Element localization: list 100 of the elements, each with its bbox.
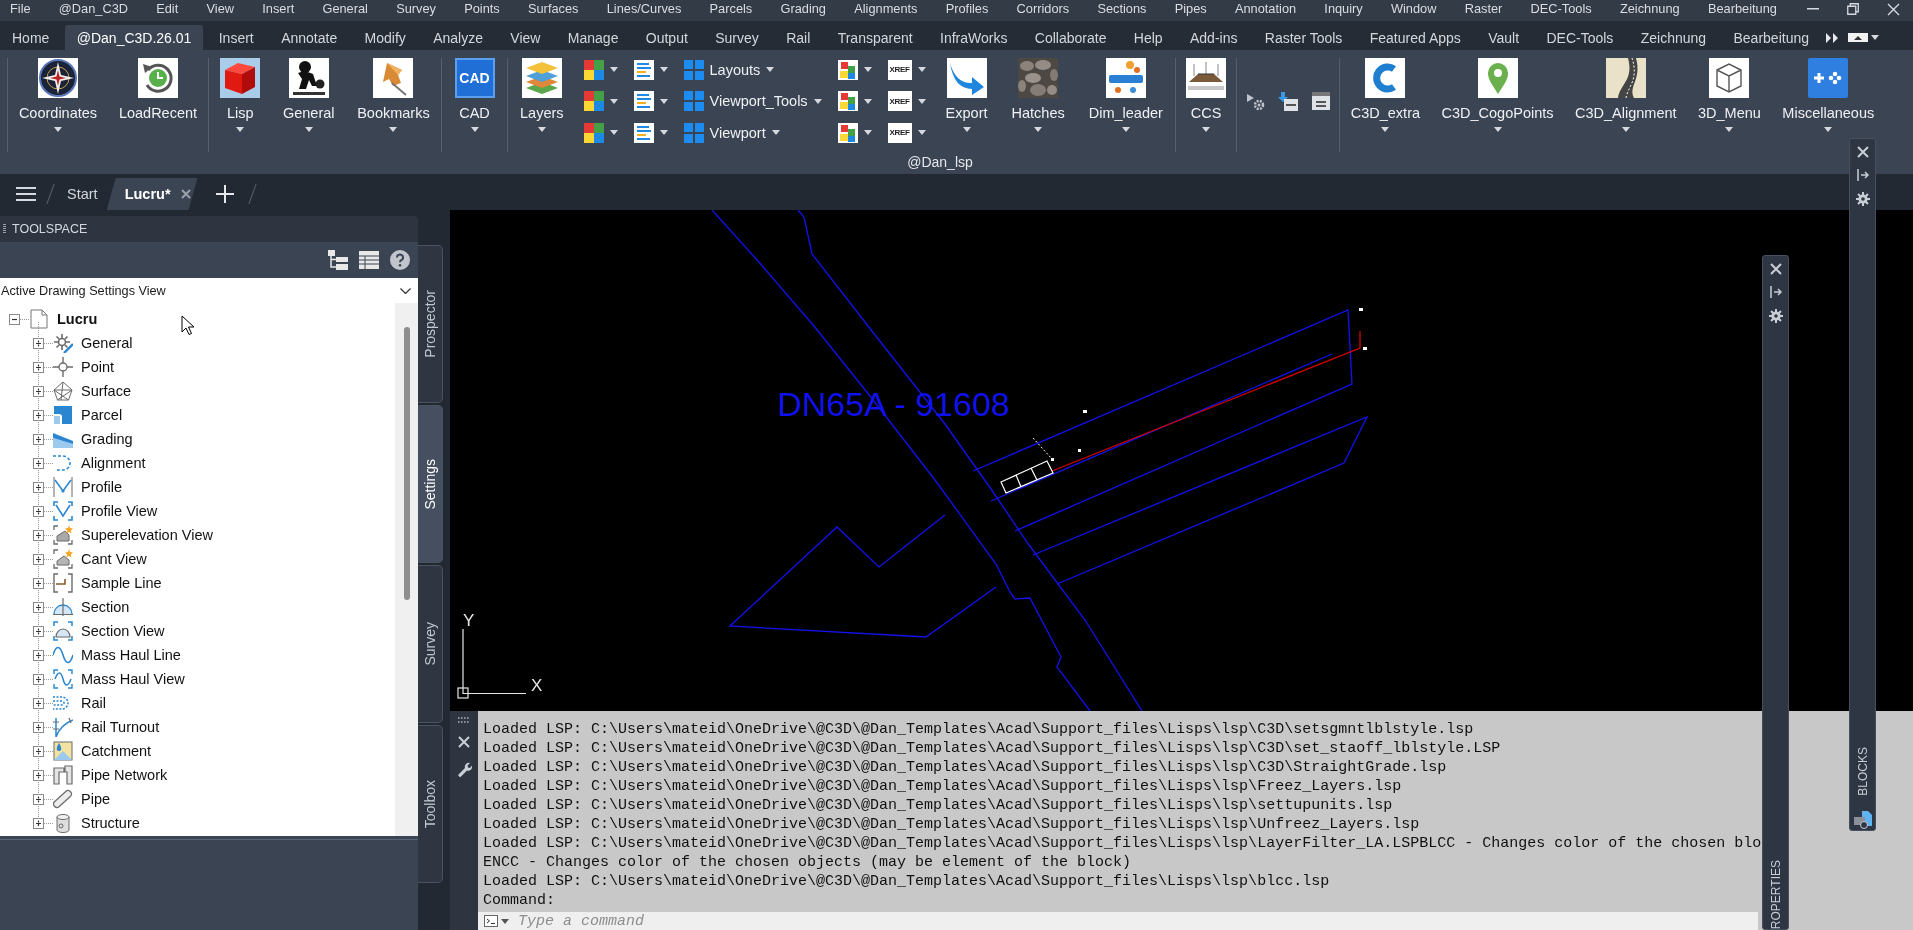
ribbon-button[interactable]: C3D_Alignment (1569, 58, 1683, 132)
ribbon-icon-button[interactable]: XREF (885, 85, 928, 117)
ribbon-button[interactable]: Viewport (681, 117, 824, 149)
side-tab[interactable]: Settings (418, 405, 443, 563)
tree-item[interactable]: Rail Turnout (53, 716, 162, 738)
ribbon-icon-button[interactable]: XREF (885, 117, 928, 149)
ribbon-button[interactable]: C3D_extra (1344, 58, 1427, 132)
ribbon-tab[interactable]: Bearbeitung (1721, 25, 1821, 50)
table-icon[interactable] (359, 250, 379, 270)
ribbon-button[interactable]: General (276, 58, 341, 132)
menu-item[interactable]: Raster (1464, 0, 1503, 17)
menu-item[interactable]: DEC-Tools (1530, 0, 1592, 17)
ribbon-tab[interactable]: Insert (206, 25, 266, 50)
tree-item[interactable]: Superelevation View (53, 524, 215, 546)
download-icon[interactable] (1278, 91, 1298, 111)
tree-item[interactable]: Profile (53, 476, 125, 498)
menu-item[interactable]: Annotation (1234, 0, 1297, 17)
ribbon-tab[interactable]: Add-ins (1177, 25, 1250, 50)
ribbon-button[interactable]: LoadRecent (112, 58, 204, 122)
menu-item[interactable]: Sections (1097, 0, 1147, 17)
menu-item[interactable]: View (206, 0, 234, 17)
expand-icon[interactable] (33, 409, 44, 421)
ribbon-button[interactable]: CCS (1180, 58, 1232, 132)
ribbon-button[interactable]: Viewport_Tools (681, 85, 824, 117)
ribbon-tab[interactable]: Analyze (421, 25, 495, 50)
tree-item[interactable]: Surface (53, 380, 133, 402)
expand-icon[interactable] (33, 577, 44, 589)
menu-item[interactable]: Lines/Curves (606, 0, 682, 17)
tree-item[interactable]: Catchment (53, 740, 154, 762)
ribbon-button[interactable]: Dim_leader (1082, 58, 1169, 132)
menu-item[interactable]: Zeichnung (1619, 0, 1680, 17)
menu-item[interactable]: Survey (396, 0, 436, 17)
tree-item[interactable]: Section View (53, 620, 167, 642)
tree-item[interactable]: Rail (53, 692, 108, 714)
ribbon-tab[interactable]: InfraWorks (928, 25, 1020, 50)
ribbon-tab[interactable]: Zeichnung (1628, 25, 1719, 50)
tree-item[interactable]: Mass Haul View (53, 668, 187, 690)
menu-item[interactable]: Edit (156, 0, 179, 17)
ribbon-tab[interactable]: Raster Tools (1252, 25, 1355, 50)
tree-item[interactable]: Cant View (53, 548, 149, 570)
tree-item[interactable]: Mass Haul Line (53, 644, 183, 666)
expand-icon[interactable] (33, 721, 44, 733)
command-prompt-icon[interactable] (484, 915, 498, 927)
tree-item[interactable]: Grading (53, 428, 135, 450)
expand-icon[interactable] (33, 361, 44, 373)
view-select[interactable]: Active Drawing Settings View (0, 278, 418, 303)
palette-title[interactable]: ROPERTIES (1768, 859, 1783, 929)
ribbon-tab[interactable]: Transparent (825, 25, 925, 50)
expand-icon[interactable] (33, 529, 44, 541)
double-chevron-icon[interactable] (1826, 32, 1838, 43)
ribbon-tab[interactable]: Survey (703, 25, 771, 50)
side-tab[interactable]: Prospector (418, 245, 443, 403)
menu-item[interactable]: Alignments (854, 0, 918, 17)
expand-icon[interactable] (33, 625, 44, 637)
panel-toggle-button[interactable] (1848, 33, 1879, 42)
expand-icon[interactable] (33, 673, 44, 685)
tree-item[interactable]: Pipe Network (53, 764, 170, 786)
ribbon-tab[interactable]: Rail (774, 25, 823, 50)
file-tab[interactable]: Start (57, 178, 107, 210)
menu-item[interactable]: @Dan_C3D (58, 0, 128, 17)
ribbon-tab[interactable]: Output (633, 25, 700, 50)
ribbon-button[interactable]: Coordinates (12, 58, 104, 132)
expand-icon[interactable] (33, 481, 44, 493)
ribbon-button[interactable]: Export (939, 58, 994, 132)
expand-icon[interactable] (33, 745, 44, 757)
ribbon-icon-button[interactable]: XREF (885, 54, 928, 86)
collapse-icon[interactable] (9, 313, 20, 325)
tree-item[interactable]: Structure (53, 812, 142, 834)
expand-icon[interactable] (33, 601, 44, 613)
menu-item[interactable]: Parcels (709, 0, 753, 17)
tree-item[interactable]: Lucru (29, 308, 100, 330)
tree-item[interactable]: Sample Line (53, 572, 164, 594)
ribbon-button[interactable]: Hatches (1005, 58, 1071, 132)
tree-item[interactable]: Profile View (53, 500, 160, 522)
tree-view-icon[interactable] (328, 250, 348, 270)
ribbon-button[interactable]: Layers (514, 58, 570, 132)
expand-icon[interactable] (33, 649, 44, 661)
ribbon-tab[interactable]: Featured Apps (1357, 25, 1473, 50)
menu-item[interactable]: Grading (780, 0, 826, 17)
menu-item[interactable]: Bearbeitung (1707, 0, 1777, 17)
expand-icon[interactable] (33, 697, 44, 709)
ribbon-button[interactable]: C3D_CogoPoints (1435, 58, 1560, 132)
ribbon-tab[interactable]: Modify (352, 25, 418, 50)
side-tab[interactable]: Survey (418, 565, 443, 723)
ribbon-tab[interactable]: DEC-Tools (1534, 25, 1626, 50)
expand-icon[interactable] (33, 793, 44, 805)
expand-icon[interactable] (33, 817, 44, 829)
tree-item[interactable]: General (53, 332, 135, 354)
expand-icon[interactable] (33, 433, 44, 445)
ribbon-button[interactable]: Bookmarks (351, 58, 436, 132)
ribbon-tab[interactable]: Vault (1476, 25, 1532, 50)
tree-item[interactable]: Parcel (53, 404, 125, 426)
tree-item[interactable]: Alignment (53, 452, 148, 474)
menu-item[interactable]: Pipes (1174, 0, 1207, 17)
play-gear-icon[interactable] (1245, 91, 1265, 111)
file-tab[interactable]: Lucru* (106, 178, 198, 210)
expand-icon[interactable] (33, 505, 44, 517)
ribbon-button[interactable]: 3D_Menu (1692, 58, 1767, 132)
menu-item[interactable]: Surfaces (527, 0, 579, 17)
ribbon-tab[interactable]: Annotate (269, 25, 350, 50)
